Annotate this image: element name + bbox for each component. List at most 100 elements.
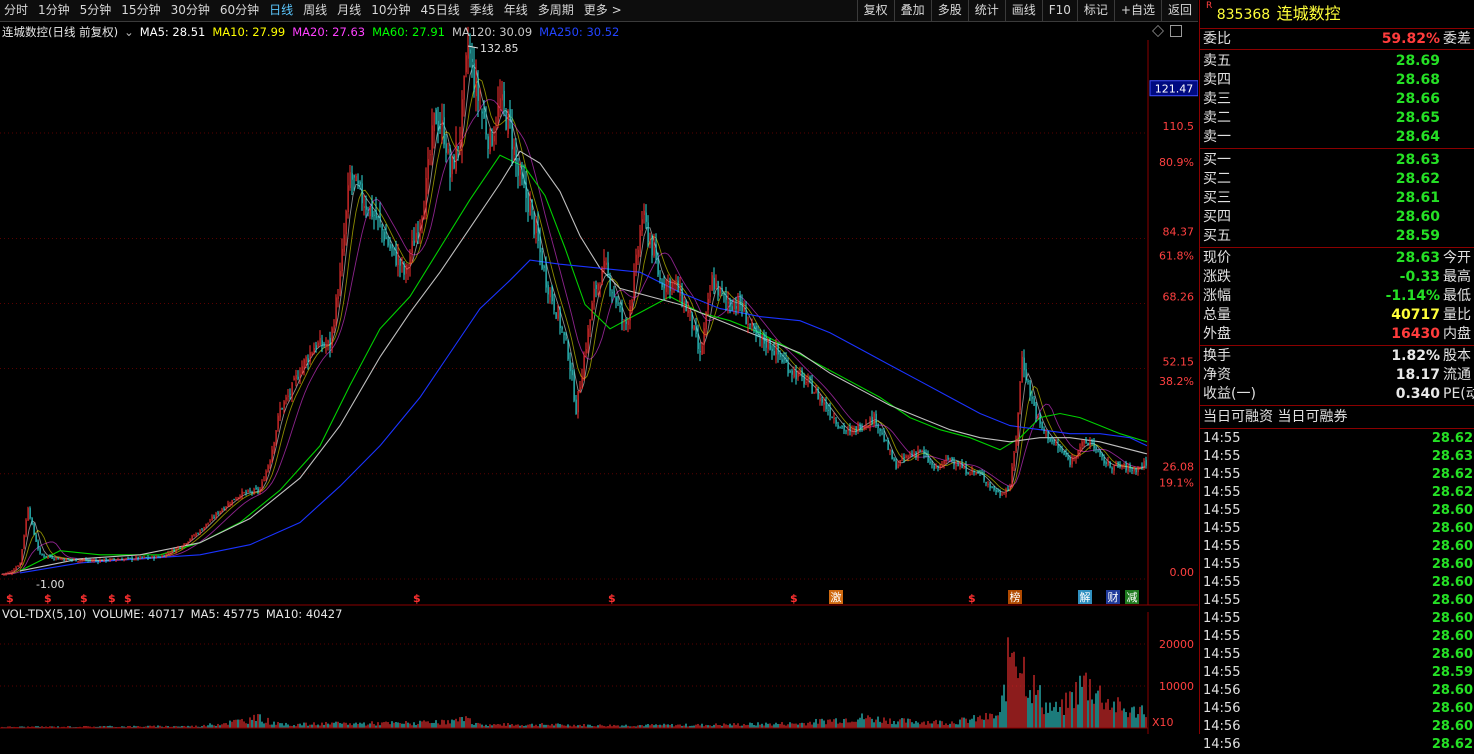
fundamentals: 换手 1.82% 股本 净资 18.17 流通 收益(一) 0.340 PE(动 [1200, 346, 1474, 406]
candle-body [931, 462, 933, 465]
quote-value: -0.33 [1399, 269, 1440, 285]
candle-body [515, 150, 517, 162]
candle-body [631, 299, 633, 309]
tool-button-6[interactable]: 标记 [1076, 0, 1114, 21]
tick-time: 14:55 [1203, 647, 1241, 662]
candle-body [575, 399, 577, 415]
candle-body [599, 287, 601, 289]
tick-time: 14:56 [1203, 719, 1241, 734]
candle-body [391, 244, 393, 249]
tab-period-0[interactable]: 分时 [0, 0, 34, 21]
candle-body [591, 303, 593, 321]
bid-row-1: 买二 28.62 [1200, 170, 1474, 189]
tool-button-5[interactable]: F10 [1041, 0, 1077, 21]
candle-body [743, 306, 745, 312]
candle-body [797, 371, 799, 378]
candle-body [707, 298, 709, 310]
candle-body [1103, 457, 1105, 464]
candle-body [1073, 457, 1075, 459]
candle-body [881, 432, 883, 434]
candle-body [1075, 456, 1077, 459]
window-icon[interactable] [1170, 25, 1182, 37]
candle-body [737, 296, 739, 313]
current-price-label: 121.47 [1155, 83, 1194, 96]
tab-period-7[interactable]: 周线 [299, 0, 333, 21]
tab-period-13[interactable]: 多周期 [534, 0, 580, 21]
tick-time: 14:56 [1203, 701, 1241, 716]
pct-tick-1: 61.8% [1159, 249, 1194, 262]
candle-body [1129, 464, 1131, 469]
tool-button-3[interactable]: 统计 [967, 0, 1005, 21]
candle-body [667, 280, 669, 285]
candle-body [205, 523, 207, 528]
candle-body [7, 572, 9, 574]
candle-body [569, 360, 571, 372]
tool-button-0[interactable]: 复权 [856, 0, 894, 21]
candle-body [711, 275, 713, 291]
ask-label: 卖二 [1203, 110, 1231, 126]
candle-body [455, 142, 457, 172]
tab-period-10[interactable]: 45日线 [416, 0, 465, 21]
chevron-down-icon[interactable]: ⌄ [124, 25, 134, 39]
candle-body [453, 155, 455, 169]
candle-body [1079, 446, 1081, 452]
notice-marker-11: 解 [1080, 590, 1091, 604]
ask-levels: 卖五 28.69 卖四 28.68 卖三 28.66 卖二 28.65 卖一 28.64 [1200, 50, 1474, 149]
candle-body [297, 376, 299, 380]
tool-button-2[interactable]: 多股 [930, 0, 968, 21]
candle-body [573, 375, 575, 401]
tab-period-1[interactable]: 1分钟 [34, 0, 76, 21]
candle-body [23, 535, 25, 549]
candle-body [445, 143, 447, 153]
kline-chart[interactable]: 110.5 84.37 68.26 52.15 26.08 0.00 80.9% 61.8% 3… [0, 22, 1198, 734]
volume-bars: 20000 10000 X10 [0, 637, 1194, 729]
candle-body [527, 194, 529, 213]
candle-body [589, 319, 591, 330]
candle-body [561, 326, 563, 330]
vol-indicator-name[interactable]: VOL-TDX(5,10) [2, 607, 86, 621]
candle-body [807, 378, 809, 380]
tab-period-9[interactable]: 10分钟 [367, 0, 416, 21]
tool-button-7[interactable]: +自选 [1113, 0, 1161, 21]
tab-period-12[interactable]: 年线 [500, 0, 534, 21]
diamond-icon[interactable] [1152, 25, 1164, 37]
tick-row: 14:55 28.60 [1200, 502, 1474, 520]
tool-button-4[interactable]: 画线 [1004, 0, 1042, 21]
tab-period-8[interactable]: 月线 [333, 0, 367, 21]
tab-period-5[interactable]: 60分钟 [216, 0, 265, 21]
tab-period-4[interactable]: 30分钟 [167, 0, 216, 21]
tool-button-8[interactable]: 返回 [1160, 0, 1198, 21]
candle-body [463, 75, 465, 100]
candle-body [259, 489, 261, 492]
stat-row-0: 换手 1.82% 股本 [1200, 347, 1474, 366]
candle-body [301, 366, 303, 374]
candle-body [433, 112, 435, 132]
candle-body [523, 178, 525, 185]
candle-body [173, 549, 175, 552]
candle-body [175, 548, 177, 552]
candle-body [669, 279, 671, 292]
tab-more[interactable]: 更多 > [580, 0, 628, 21]
candle-body [767, 339, 769, 350]
tab-period-3[interactable]: 15分钟 [117, 0, 166, 21]
candle-body [999, 491, 1001, 496]
candle-body [413, 240, 415, 246]
quote-label: 涨幅 [1203, 288, 1231, 304]
candle-body [943, 460, 945, 464]
tab-period-6[interactable]: 日线 [265, 0, 299, 21]
tab-period-2[interactable]: 5分钟 [76, 0, 118, 21]
candle-body [231, 499, 233, 506]
candle-body [947, 457, 949, 460]
candle-body [1029, 381, 1031, 397]
candle-body [483, 110, 485, 118]
tool-button-1[interactable]: 叠加 [893, 0, 931, 21]
tick-list[interactable]: 14:55 28.62 14:55 28.63 14:55 28.62 14:55 28.62… [1200, 429, 1474, 754]
candle-body [957, 464, 959, 467]
candle-body [885, 440, 887, 442]
candle-body [1077, 451, 1079, 458]
ma-legend-ma10: MA10: 27.99 [212, 25, 286, 39]
quote-panel: R 835368 连城数控 委比 59.82% 委差 卖五 28.69 卖四 28.6… [1199, 0, 1474, 752]
candle-body [611, 292, 613, 294]
tab-period-11[interactable]: 季线 [466, 0, 500, 21]
candle-body [1019, 382, 1021, 411]
